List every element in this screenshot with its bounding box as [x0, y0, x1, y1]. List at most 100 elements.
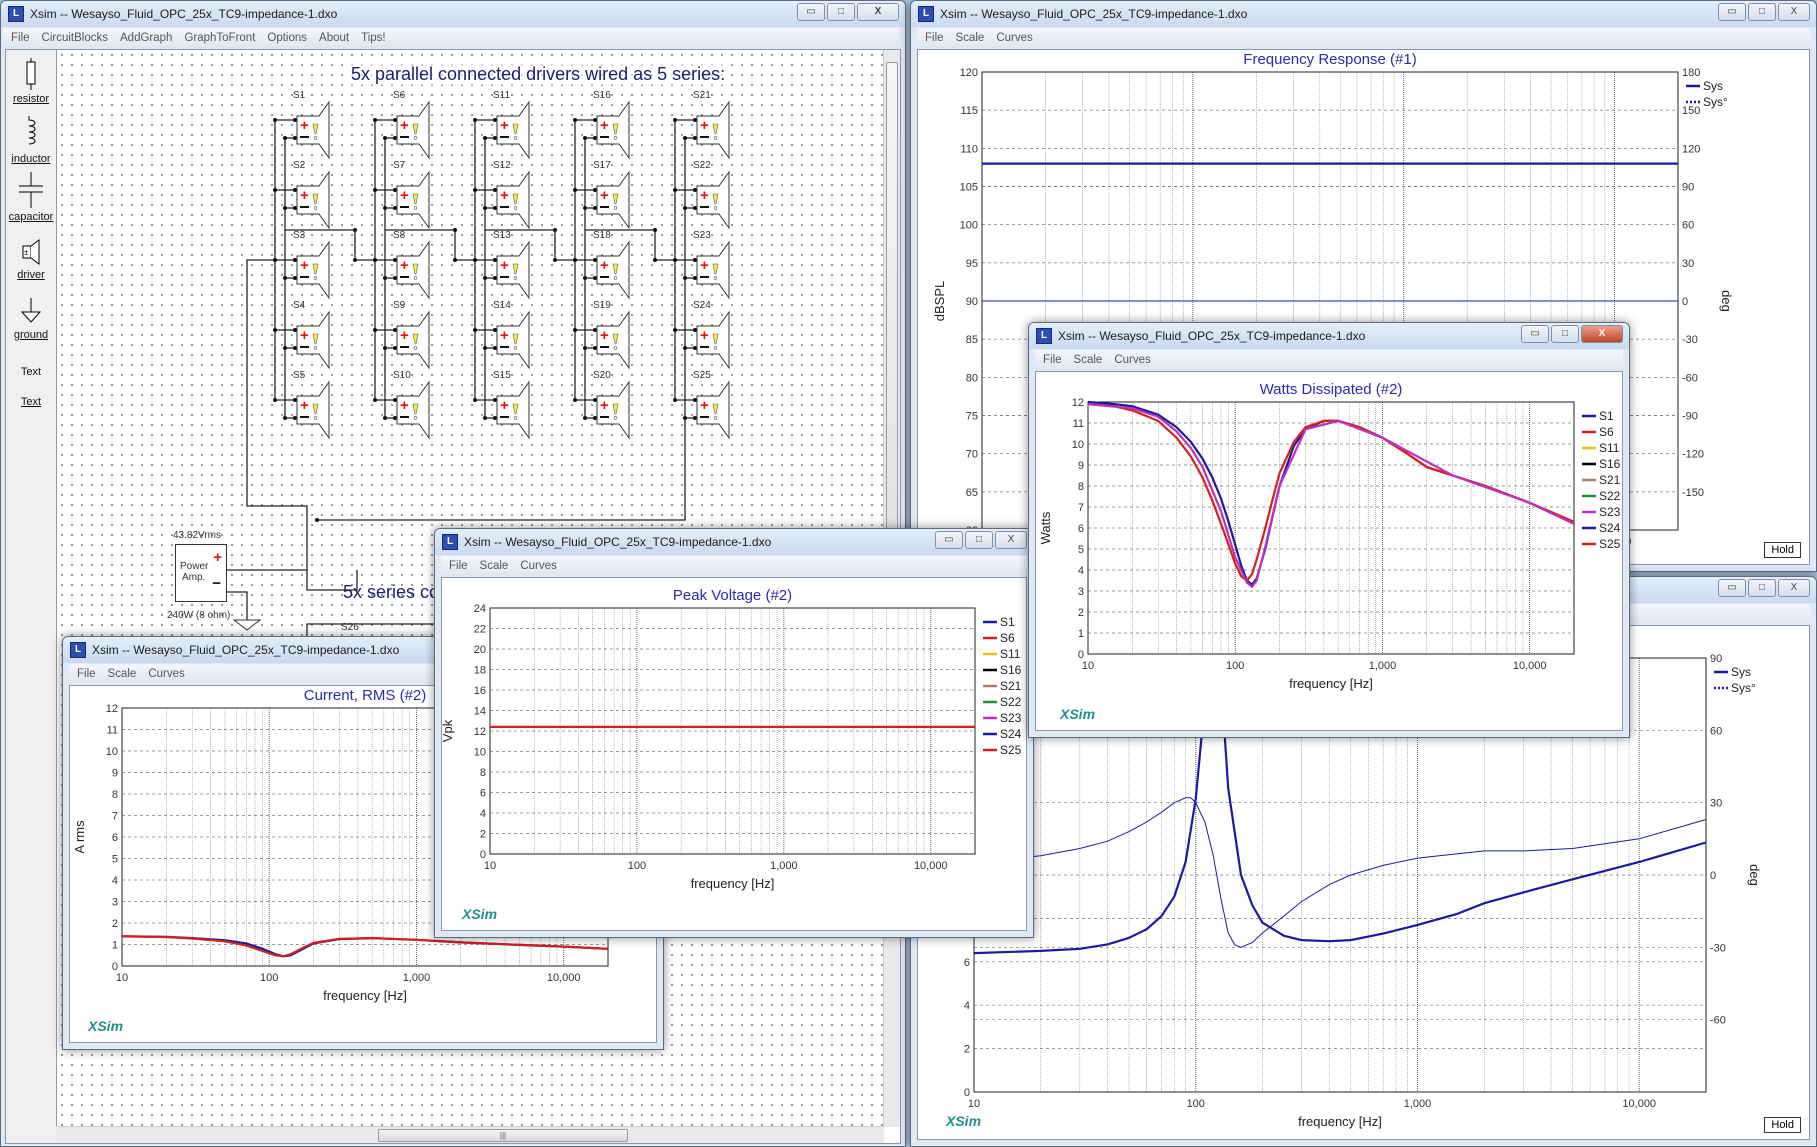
amp-label: Amp.	[182, 572, 206, 583]
menu-curves[interactable]: Curves	[1114, 354, 1150, 366]
palette-ground[interactable]: ground	[6, 298, 56, 341]
driver-symbol[interactable]: + S25	[693, 370, 730, 440]
minimize-button[interactable]: ▭	[1718, 579, 1746, 597]
driver-symbol[interactable]: + S5	[293, 370, 330, 440]
driver-symbol[interactable]: + S9	[393, 300, 430, 370]
driver-symbol[interactable]: + S20	[593, 370, 630, 440]
palette-text-tool[interactable]: Text	[6, 366, 56, 378]
maximize-button[interactable]: □	[1551, 325, 1579, 343]
title-bar[interactable]: L Xsim -- Wesayso_Fluid_OPC_25x_TC9-impe…	[911, 1, 1816, 27]
palette-label: Text	[20, 396, 42, 408]
menu-circuitblocks[interactable]: CircuitBlocks	[42, 32, 108, 44]
x-tick-label: 1,000	[1404, 1098, 1432, 1110]
driver-symbol[interactable]: + S18	[593, 230, 630, 300]
driver-symbol[interactable]: + S2	[293, 160, 330, 230]
title-bar[interactable]: L Xsim -- Wesayso_Fluid_OPC_25x_TC9-impe…	[1, 1, 905, 27]
peak-voltage-chart[interactable]: Peak Voltage (#2)02468101214161820222410…	[440, 578, 1028, 932]
driver-symbol[interactable]: + S19	[593, 300, 630, 370]
menu-scale[interactable]: Scale	[480, 560, 509, 572]
maximize-button[interactable]: □	[1748, 579, 1776, 597]
menu-file[interactable]: File	[925, 32, 944, 44]
y-axis-label: A rms	[72, 820, 87, 854]
driver-symbol[interactable]: + S23	[693, 230, 730, 300]
junction-dot	[483, 206, 487, 210]
close-button[interactable]: X	[1778, 579, 1810, 597]
driver-symbol[interactable]: + S16	[593, 90, 630, 160]
close-button[interactable]: X	[1581, 325, 1623, 343]
window-title: Xsim -- Wesayso_Fluid_OPC_25x_TC9-impeda…	[92, 643, 400, 657]
menu-addgraph[interactable]: AddGraph	[120, 32, 172, 44]
driver-symbol[interactable]: + S15	[493, 370, 530, 440]
minimize-button[interactable]: ▭	[1718, 3, 1746, 21]
graph-menubar: File Scale Curves	[441, 556, 1027, 576]
junction-dot	[573, 328, 577, 332]
junction-dot	[283, 276, 287, 280]
driver-symbol[interactable]: + S3	[293, 230, 330, 300]
driver-symbol[interactable]: + S17	[593, 160, 630, 230]
driver-symbol[interactable]: + S10	[393, 370, 430, 440]
maximize-button[interactable]: □	[1748, 3, 1776, 21]
menu-options[interactable]: Options	[267, 32, 307, 44]
hold-button[interactable]: Hold	[1764, 1117, 1801, 1133]
menu-file[interactable]: File	[11, 32, 30, 44]
y-tick-label: 8	[112, 789, 118, 801]
horizontal-scrollbar[interactable]: |||	[56, 1126, 884, 1143]
y2-tick-label: -120	[1682, 449, 1704, 461]
junction-dot	[293, 328, 297, 332]
menu-curves[interactable]: Curves	[520, 560, 556, 572]
driver-symbol[interactable]: + S6	[393, 90, 430, 160]
close-button[interactable]: X	[995, 531, 1027, 549]
hold-button[interactable]: Hold	[1764, 542, 1801, 558]
menu-graphtofront[interactable]: GraphToFront	[184, 32, 255, 44]
driver-symbol[interactable]: + S11	[493, 90, 530, 160]
close-button[interactable]: X	[1778, 3, 1810, 21]
driver-symbol[interactable]: + S4	[293, 300, 330, 370]
maximize-button[interactable]: □	[965, 531, 993, 549]
menu-file[interactable]: File	[1043, 354, 1062, 366]
title-bar[interactable]: L Xsim -- Wesayso_Fluid_OPC_25x_TC9-impe…	[435, 529, 1033, 555]
plus-icon: +	[700, 117, 709, 134]
junction-dot	[293, 416, 297, 420]
menu-file[interactable]: File	[77, 668, 96, 680]
minimize-button[interactable]: ▭	[1521, 325, 1549, 343]
palette-capacitor[interactable]: capacitor	[6, 172, 56, 223]
junction-dot	[593, 258, 597, 262]
menu-about[interactable]: About	[319, 32, 349, 44]
watts-dissipated-chart[interactable]: Watts Dissipated (#2)012345678910111210 1…	[1036, 372, 1624, 732]
menu-scale[interactable]: Scale	[1074, 354, 1103, 366]
driver-symbol[interactable]: + S22	[693, 160, 730, 230]
palette-text-link[interactable]: Text	[6, 396, 56, 408]
driver-symbol[interactable]: + S1	[293, 90, 330, 160]
palette-driver[interactable]: ± driver	[6, 238, 56, 281]
y-tick-label: 8	[480, 767, 486, 779]
menu-tips[interactable]: Tips!	[361, 32, 386, 44]
resistor-icon	[26, 58, 36, 90]
menu-scale[interactable]: Scale	[956, 32, 985, 44]
palette-label: capacitor	[8, 211, 54, 223]
driver-symbol[interactable]: + S8	[393, 230, 430, 300]
x-tick-label: 10,000	[1622, 1098, 1656, 1110]
title-bar[interactable]: L Xsim -- Wesayso_Fluid_OPC_25x_TC9-impe…	[1029, 323, 1629, 349]
palette-inductor[interactable]: inductor	[6, 116, 56, 165]
menu-scale[interactable]: Scale	[108, 668, 137, 680]
menu-curves[interactable]: Curves	[148, 668, 184, 680]
palette-resistor[interactable]: resistor	[6, 58, 56, 105]
driver-symbol[interactable]: + S12	[493, 160, 530, 230]
menu-file[interactable]: File	[449, 560, 468, 572]
power-amp[interactable]: Power Amp. + −	[175, 544, 227, 602]
y-tick-label: 80	[966, 372, 978, 384]
x-tick-label: 10	[968, 1098, 980, 1110]
driver-symbol[interactable]: + S13	[493, 230, 530, 300]
driver-symbol[interactable]: + S21	[693, 90, 730, 160]
horizontal-scroll-thumb[interactable]: |||	[378, 1129, 628, 1142]
y-tick-label: 90	[966, 296, 978, 308]
minimize-button[interactable]: ▭	[935, 531, 963, 549]
maximize-button[interactable]: □	[827, 3, 855, 21]
driver-symbol[interactable]: + S14	[493, 300, 530, 370]
junction-dot	[373, 258, 377, 262]
menu-curves[interactable]: Curves	[996, 32, 1032, 44]
driver-symbol[interactable]: + S24	[693, 300, 730, 370]
minimize-button[interactable]: ▭	[797, 3, 825, 21]
close-button[interactable]: X	[857, 3, 899, 21]
driver-symbol[interactable]: + S7	[393, 160, 430, 230]
